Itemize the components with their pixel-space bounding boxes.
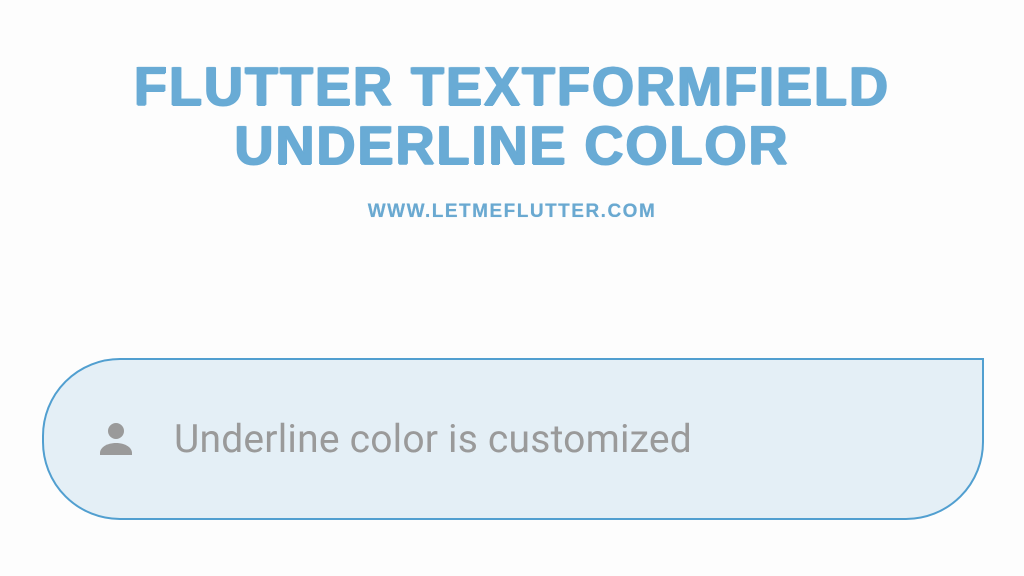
title-line-2: UNDERLINE COLOR <box>134 116 890 175</box>
person-icon <box>92 415 140 463</box>
text-form-field[interactable]: Underline color is customized <box>42 358 984 520</box>
page-title: FLUTTER TEXTFORMFIELD UNDERLINE COLOR <box>134 57 890 176</box>
site-url: WWW.LETMEFLUTTER.COM <box>368 201 657 223</box>
field-placeholder: Underline color is customized <box>174 416 692 462</box>
title-line-1: FLUTTER TEXTFORMFIELD <box>134 57 890 116</box>
